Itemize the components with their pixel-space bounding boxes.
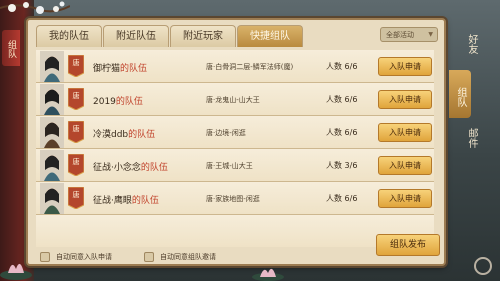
faction-badge-label: 唐	[72, 191, 80, 199]
team-leader: 2019	[93, 97, 116, 107]
leader-avatar	[40, 150, 64, 181]
join-request-button[interactable]: 入队申请	[378, 57, 432, 76]
team-member-count: 人数 6/6	[326, 128, 358, 137]
right-nav: 好友 组队 邮件	[449, 0, 500, 281]
faction-badge-label: 唐	[72, 158, 80, 166]
leader-avatar	[40, 51, 64, 82]
team-suffix: 的队伍	[140, 163, 168, 173]
team-row: 唐 御柠猫的队伍 唐·白骨洞二层-鳞军法师(魔) 人数 6/6 入队申请	[36, 50, 434, 83]
team-member-count: 人数 6/6	[326, 194, 358, 203]
lotus-decoration-center	[252, 268, 284, 281]
join-request-button[interactable]: 入队申请	[378, 156, 432, 175]
team-suffix: 的队伍	[120, 64, 148, 74]
activity-filter-dropdown[interactable]: 全部活动 ▼	[380, 27, 438, 42]
ring-ornament-icon	[474, 257, 492, 275]
team-row-partial	[36, 215, 434, 247]
team-suffix: 的队伍	[128, 130, 156, 140]
team-suffix: 的队伍	[131, 196, 159, 206]
team-name: 征战·小念念的队伍	[93, 160, 168, 173]
team-name: 冷漠ddb的队伍	[93, 127, 155, 140]
team-member-count: 人数 6/6	[326, 95, 358, 104]
nav-friends[interactable]: 好友	[459, 34, 479, 54]
filter-label: 全部活动	[386, 30, 414, 39]
team-row: 唐 征战·小念念的队伍 唐·王城-山大王 人数 3/6 入队申请	[36, 149, 434, 182]
team-list[interactable]: 唐 御柠猫的队伍 唐·白骨洞二层-鳞军法师(魔) 人数 6/6 入队申请 唐 2…	[36, 50, 434, 247]
auto-accept-invite-label: 自动同意组队邀请	[160, 253, 216, 261]
leader-avatar	[40, 117, 64, 148]
tab-nearby-teams[interactable]: 附近队伍	[103, 25, 169, 47]
team-leader: 冷漠ddb	[93, 130, 129, 140]
nav-mail[interactable]: 邮件	[459, 128, 479, 148]
team-name: 御柠猫的队伍	[93, 61, 147, 74]
tab-bar: 我的队伍 附近队伍 附近玩家 快捷组队	[36, 25, 304, 47]
team-location: 唐·龙鬼山-山大王	[206, 96, 260, 104]
nav-team[interactable]: 组队	[449, 70, 471, 118]
team-member-count: 人数 3/6	[326, 161, 358, 170]
team-location: 唐·王城-山大王	[206, 162, 253, 170]
tab-my-team[interactable]: 我的队伍	[36, 25, 102, 47]
team-leader: 征战·鹰眼	[93, 196, 132, 206]
team-suffix: 的队伍	[115, 97, 143, 107]
team-name: 征战·鹰眼的队伍	[93, 193, 159, 206]
leader-avatar	[40, 183, 64, 214]
team-member-count: 人数 6/6	[326, 62, 358, 71]
auto-accept-join-label: 自动同意入队申请	[56, 253, 112, 261]
publish-team-button[interactable]: 组队发布	[376, 234, 440, 256]
faction-badge-label: 唐	[72, 125, 80, 133]
tab-nearby-players[interactable]: 附近玩家	[170, 25, 236, 47]
join-request-button[interactable]: 入队申请	[378, 90, 432, 109]
team-location: 唐·白骨洞二层-鳞军法师(魔)	[206, 63, 294, 71]
join-request-button[interactable]: 入队申请	[378, 189, 432, 208]
team-row: 唐 2019的队伍 唐·龙鬼山-山大王 人数 6/6 入队申请	[36, 83, 434, 116]
side-tab-team[interactable]: 组队	[2, 30, 20, 66]
team-location: 唐·家族地图-闲逛	[206, 195, 260, 203]
team-leader: 征战·小念念	[93, 163, 141, 173]
team-location: 唐·边境-闲逛	[206, 129, 246, 137]
leader-avatar	[40, 84, 64, 115]
faction-badge-label: 唐	[72, 59, 80, 67]
faction-badge-label: 唐	[72, 92, 80, 100]
auto-accept-invite-checkbox[interactable]	[144, 252, 154, 262]
team-panel: 我的队伍 附近队伍 附近玩家 快捷组队 全部活动 ▼ 唐 御柠猫的队伍 唐·白骨…	[26, 18, 446, 266]
team-name: 2019的队伍	[93, 94, 143, 107]
auto-accept-join-checkbox[interactable]	[40, 252, 50, 262]
team-leader: 御柠猫	[93, 64, 121, 74]
team-row: 唐 冷漠ddb的队伍 唐·边境-闲逛 人数 6/6 入队申请	[36, 116, 434, 149]
chevron-down-icon: ▼	[428, 31, 433, 38]
tab-quick-team[interactable]: 快捷组队	[237, 25, 303, 47]
join-request-button[interactable]: 入队申请	[378, 123, 432, 142]
team-row: 唐 征战·鹰眼的队伍 唐·家族地图-闲逛 人数 6/6 入队申请	[36, 182, 434, 215]
